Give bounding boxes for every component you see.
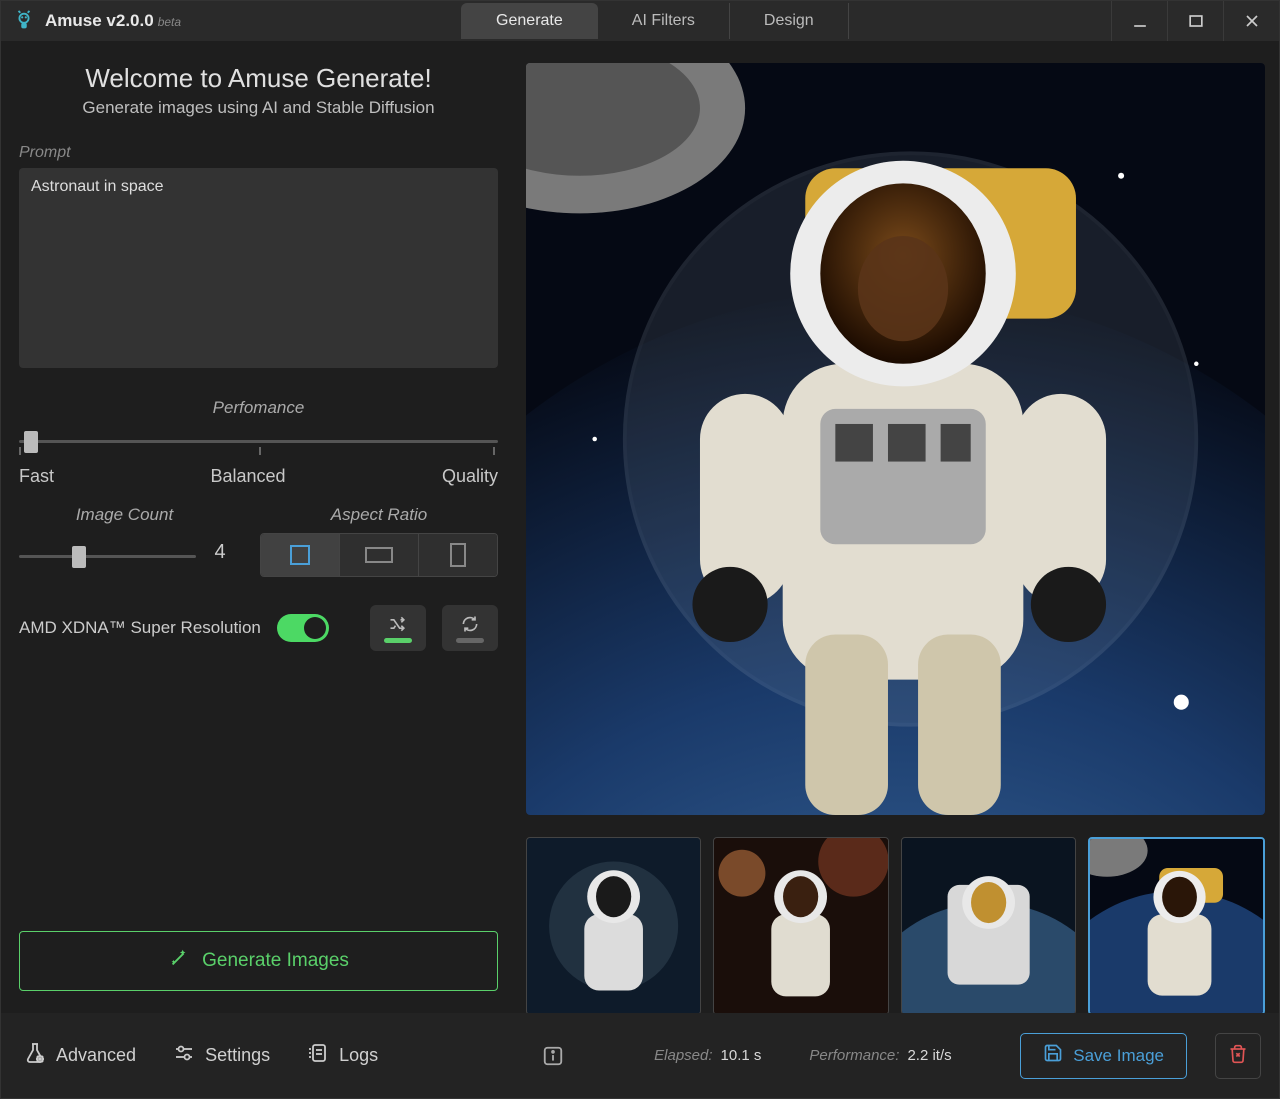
- delete-button[interactable]: [1215, 1033, 1261, 1079]
- magic-wand-icon: [168, 947, 190, 975]
- welcome-subtitle: Generate images using AI and Stable Diff…: [19, 98, 498, 118]
- title-bar: Amuse v2.0.0beta Generate AI Filters Des…: [1, 1, 1279, 41]
- logs-icon: [306, 1041, 330, 1070]
- aspect-ratio-landscape[interactable]: [340, 534, 419, 576]
- window-minimize-button[interactable]: [1111, 1, 1167, 41]
- thumbnail-4[interactable]: [1088, 837, 1265, 1015]
- aspect-ratio-group: [260, 533, 498, 577]
- super-resolution-toggle[interactable]: [277, 614, 329, 642]
- aspect-ratio-label: Aspect Ratio: [260, 505, 498, 525]
- image-count-value: 4: [210, 541, 230, 564]
- performance-label: Perfomance: [19, 398, 498, 418]
- image-count-label: Image Count: [19, 505, 230, 525]
- flask-icon: [23, 1041, 47, 1070]
- app-title: Amuse v2.0.0beta: [45, 11, 181, 31]
- elapsed-value: 10.1 s: [721, 1047, 762, 1064]
- performance-mid-label: Balanced: [210, 466, 285, 487]
- aspect-ratio-square[interactable]: [261, 534, 340, 576]
- thumbnail-1[interactable]: [526, 837, 701, 1015]
- performance-max-label: Quality: [442, 466, 498, 487]
- footer-bar: Advanced Settings Logs Elapsed: 10.1 s P…: [1, 1013, 1279, 1098]
- refresh-button[interactable]: [442, 605, 498, 651]
- performance-stat-value: 2.2 it/s: [907, 1047, 951, 1064]
- thumbnail-strip: [526, 837, 1265, 1015]
- window-controls: [1111, 1, 1279, 41]
- left-panel: Welcome to Amuse Generate! Generate imag…: [1, 41, 526, 1015]
- window-maximize-button[interactable]: [1167, 1, 1223, 41]
- info-button[interactable]: [538, 1041, 568, 1071]
- save-image-button[interactable]: Save Image: [1020, 1033, 1187, 1079]
- elapsed-label: Elapsed:: [654, 1047, 712, 1064]
- logs-button[interactable]: Logs: [302, 1035, 382, 1076]
- performance-slider[interactable]: [19, 428, 498, 456]
- performance-slider-labels: Fast Balanced Quality: [19, 466, 498, 487]
- aspect-ratio-portrait[interactable]: [419, 534, 497, 576]
- preview-image: [526, 63, 1265, 815]
- app-logo-icon: [13, 10, 35, 32]
- welcome-title: Welcome to Amuse Generate!: [19, 63, 498, 94]
- settings-button[interactable]: Settings: [168, 1035, 274, 1076]
- prompt-label: Prompt: [19, 144, 498, 162]
- performance-stat-label: Performance:: [809, 1047, 899, 1064]
- shuffle-button[interactable]: [370, 605, 426, 651]
- main-tabs: Generate AI Filters Design: [461, 3, 849, 39]
- performance-min-label: Fast: [19, 466, 54, 487]
- image-count-slider[interactable]: [19, 543, 196, 571]
- advanced-button[interactable]: Advanced: [19, 1035, 140, 1076]
- thumbnail-2[interactable]: [713, 837, 888, 1015]
- tab-design[interactable]: Design: [730, 3, 849, 39]
- save-icon: [1043, 1043, 1063, 1068]
- generate-images-button[interactable]: Generate Images: [19, 931, 498, 991]
- tab-generate[interactable]: Generate: [461, 3, 598, 39]
- sliders-icon: [172, 1041, 196, 1070]
- trash-icon: [1228, 1044, 1248, 1068]
- thumbnail-3[interactable]: [901, 837, 1076, 1015]
- prompt-input[interactable]: [19, 168, 498, 368]
- tab-ai-filters[interactable]: AI Filters: [598, 3, 730, 39]
- window-close-button[interactable]: [1223, 1, 1279, 41]
- right-panel: [526, 41, 1279, 1015]
- super-resolution-label: AMD XDNA™ Super Resolution: [19, 618, 261, 638]
